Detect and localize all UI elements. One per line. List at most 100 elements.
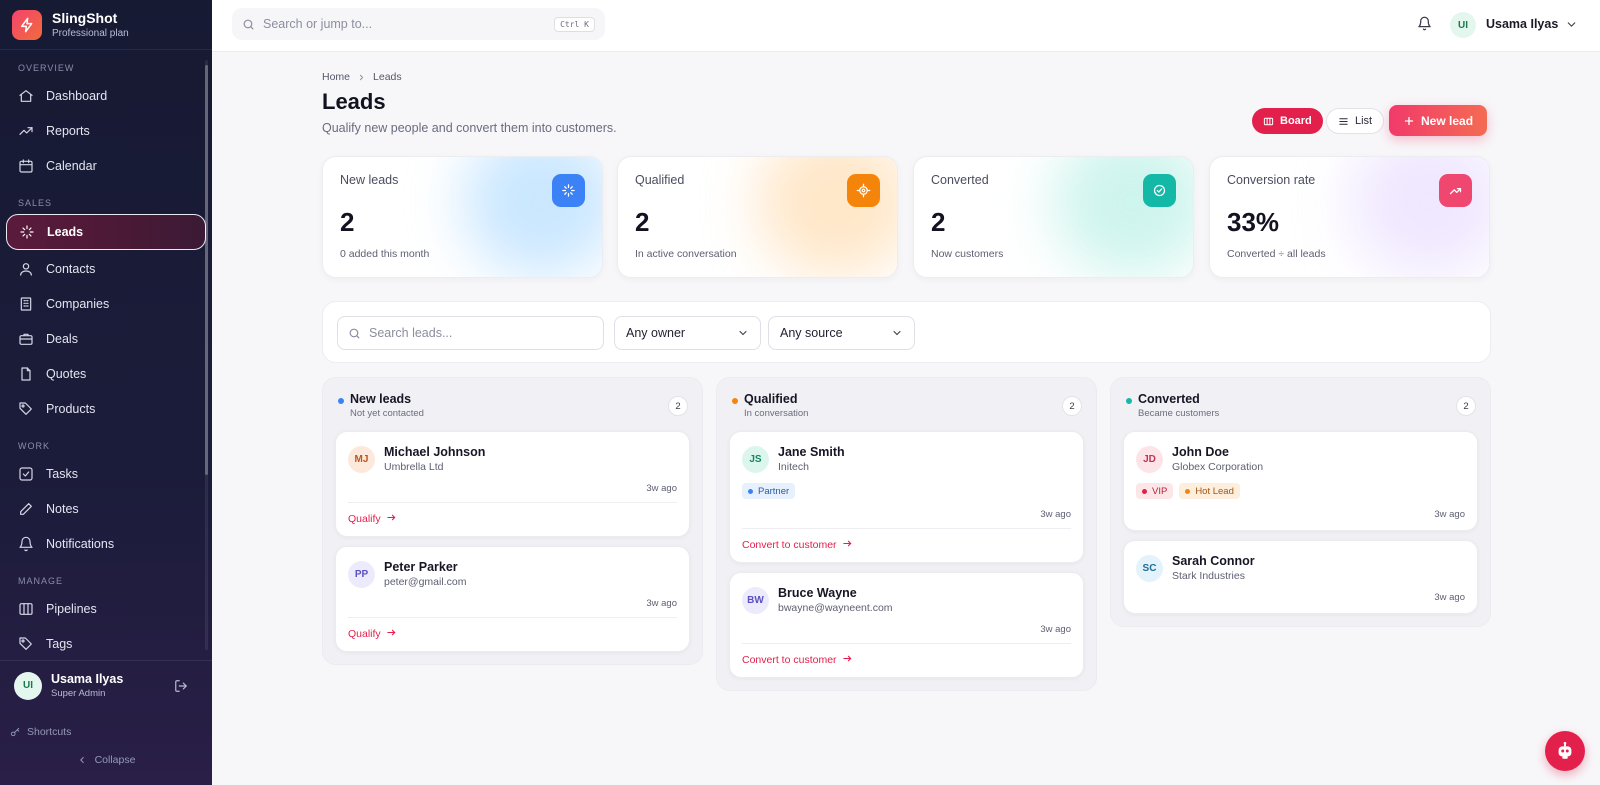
divider (742, 528, 1071, 529)
source-select[interactable]: Any source (768, 316, 915, 350)
sidebar-user-name: Usama Ilyas (51, 672, 124, 686)
sidebar-item-leads[interactable]: Leads (6, 214, 206, 250)
assistant-bot-button[interactable] (1545, 731, 1585, 771)
chevron-down-icon[interactable] (1565, 18, 1578, 31)
bell-icon (18, 536, 34, 552)
lead-tag: Partner (742, 483, 796, 499)
sidebar-item-label: Dashboard (46, 88, 108, 103)
lead-time: 3w ago (1434, 592, 1465, 603)
board-view-button[interactable]: Board (1252, 108, 1323, 134)
sidebar-item-calendar[interactable]: Calendar (0, 148, 212, 183)
sidebar-item-notifications[interactable]: Notifications (0, 526, 212, 561)
sidebar-item-label: Leads (47, 225, 84, 239)
stat-label: Qualified (635, 173, 685, 187)
sidebar-item-quotes[interactable]: Quotes (0, 356, 212, 391)
shortcuts-link[interactable]: Shortcuts (10, 726, 71, 738)
stat-value: 2 (931, 207, 946, 237)
check-square-icon (18, 466, 34, 482)
bell-icon[interactable] (1417, 16, 1432, 31)
sidebar-scrollbar-thumb[interactable] (205, 65, 208, 475)
stat-label: Converted (931, 173, 989, 187)
divider (348, 617, 677, 618)
avatar: UI (14, 671, 42, 700)
column-subtitle: Not yet contacted (350, 408, 424, 419)
lead-company: bwayne@wayneent.com (778, 602, 893, 614)
search-leads-placeholder: Search leads... (369, 326, 453, 340)
sidebar-item-deals[interactable]: Deals (0, 321, 212, 356)
key-icon (10, 727, 21, 738)
lead-name: Michael Johnson (384, 445, 486, 459)
trend-up-icon (1439, 174, 1472, 207)
tag-icon (18, 636, 34, 652)
sidebar-item-contacts[interactable]: Contacts (0, 251, 212, 286)
owner-select[interactable]: Any owner (614, 316, 761, 350)
sidebar-item-label: Notifications (46, 536, 115, 551)
stat-note: 0 added this month (340, 248, 430, 260)
sidebar-item-reports[interactable]: Reports (0, 113, 212, 148)
sidebar-item-label: Notes (46, 501, 79, 516)
tag-list: Partner (742, 483, 1071, 499)
new-lead-button[interactable]: New lead (1389, 105, 1488, 136)
avatar[interactable]: UI (1450, 12, 1476, 38)
lead-action-link[interactable]: Convert to customer (742, 653, 1071, 667)
topbar-user-name[interactable]: Usama Ilyas (1486, 17, 1558, 31)
sidebar-item-dashboard[interactable]: Dashboard (0, 78, 212, 113)
sidebar-user[interactable]: UI Usama Ilyas Super Admin (0, 660, 212, 710)
edit-icon (18, 501, 34, 517)
lead-card[interactable]: MJ Michael Johnson Umbrella Ltd 3w ago Q… (335, 431, 690, 537)
lead-action-link[interactable]: Qualify (348, 512, 677, 526)
lead-name: John Doe (1172, 445, 1229, 459)
sidebar-item-tags[interactable]: Tags (0, 626, 212, 661)
lead-name: Bruce Wayne (778, 586, 857, 600)
brand-plan: Professional plan (52, 28, 129, 39)
shortcuts-label: Shortcuts (27, 726, 72, 738)
column-subtitle: Became customers (1138, 408, 1220, 419)
logout-icon[interactable] (174, 679, 188, 693)
new-lead-label: New lead (1421, 113, 1474, 128)
stat-label: Conversion rate (1227, 173, 1316, 187)
global-search-placeholder: Search or jump to... (263, 17, 373, 31)
lead-card[interactable]: PP Peter Parker peter@gmail.com 3w ago Q… (335, 546, 690, 652)
stat-value: 2 (340, 207, 355, 237)
sparkle-icon (552, 174, 585, 207)
lead-time: 3w ago (1434, 509, 1465, 520)
avatar: MJ (348, 445, 375, 473)
column-new-leads: New leads Not yet contacted 2 MJ Michael… (322, 377, 703, 665)
sidebar-nav: OVERVIEW Dashboard Reports Calendar SALE… (0, 58, 212, 661)
stat-note: In active conversation (635, 248, 737, 260)
collapse-label: Collapse (94, 754, 136, 766)
lead-card[interactable]: JS Jane Smith Initech Partner 3w ago Con… (729, 431, 1084, 563)
status-dot (338, 398, 344, 404)
lead-card[interactable]: BW Bruce Wayne bwayne@wayneent.com 3w ag… (729, 572, 1084, 678)
chevron-down-icon (737, 327, 749, 339)
sidebar-item-label: Tags (46, 636, 73, 651)
tag-icon (18, 401, 34, 417)
sidebar-item-products[interactable]: Products (0, 391, 212, 426)
page-subtitle: Qualify new people and convert them into… (322, 121, 617, 135)
brand[interactable]: SlingShot Professional plan (0, 0, 212, 50)
sidebar: SlingShot Professional plan OVERVIEW Das… (0, 0, 212, 785)
lead-action-link[interactable]: Convert to customer (742, 538, 1071, 552)
lead-card[interactable]: JD John Doe Globex Corporation VIP Hot Le… (1123, 431, 1478, 531)
chevron-down-icon (891, 327, 903, 339)
lead-card[interactable]: SC Sarah Connor Stark Industries 3w ago (1123, 540, 1478, 614)
column-converted: Converted Became customers 2 JD John Doe… (1110, 377, 1491, 627)
list-view-button[interactable]: List (1326, 108, 1385, 134)
sidebar-item-label: Tasks (46, 466, 78, 481)
sidebar-item-notes[interactable]: Notes (0, 491, 212, 526)
global-search-input[interactable]: Search or jump to... Ctrl K (232, 8, 605, 40)
search-leads-input[interactable]: Search leads... (337, 316, 604, 350)
sidebar-item-tasks[interactable]: Tasks (0, 456, 212, 491)
plus-icon (1403, 115, 1415, 127)
topbar: Search or jump to... Ctrl K UI Usama Ily… (212, 0, 1600, 52)
sidebar-item-pipelines[interactable]: Pipelines (0, 591, 212, 626)
avatar: BW (742, 586, 769, 614)
lead-company: Umbrella Ltd (384, 461, 444, 473)
breadcrumb-home[interactable]: Home (322, 71, 350, 83)
sidebar-item-companies[interactable]: Companies (0, 286, 212, 321)
collapse-button[interactable]: Collapse (0, 754, 212, 766)
lead-action-link[interactable]: Qualify (348, 627, 677, 641)
briefcase-icon (18, 331, 34, 347)
lead-company: Globex Corporation (1172, 461, 1264, 473)
calendar-icon (18, 158, 34, 174)
